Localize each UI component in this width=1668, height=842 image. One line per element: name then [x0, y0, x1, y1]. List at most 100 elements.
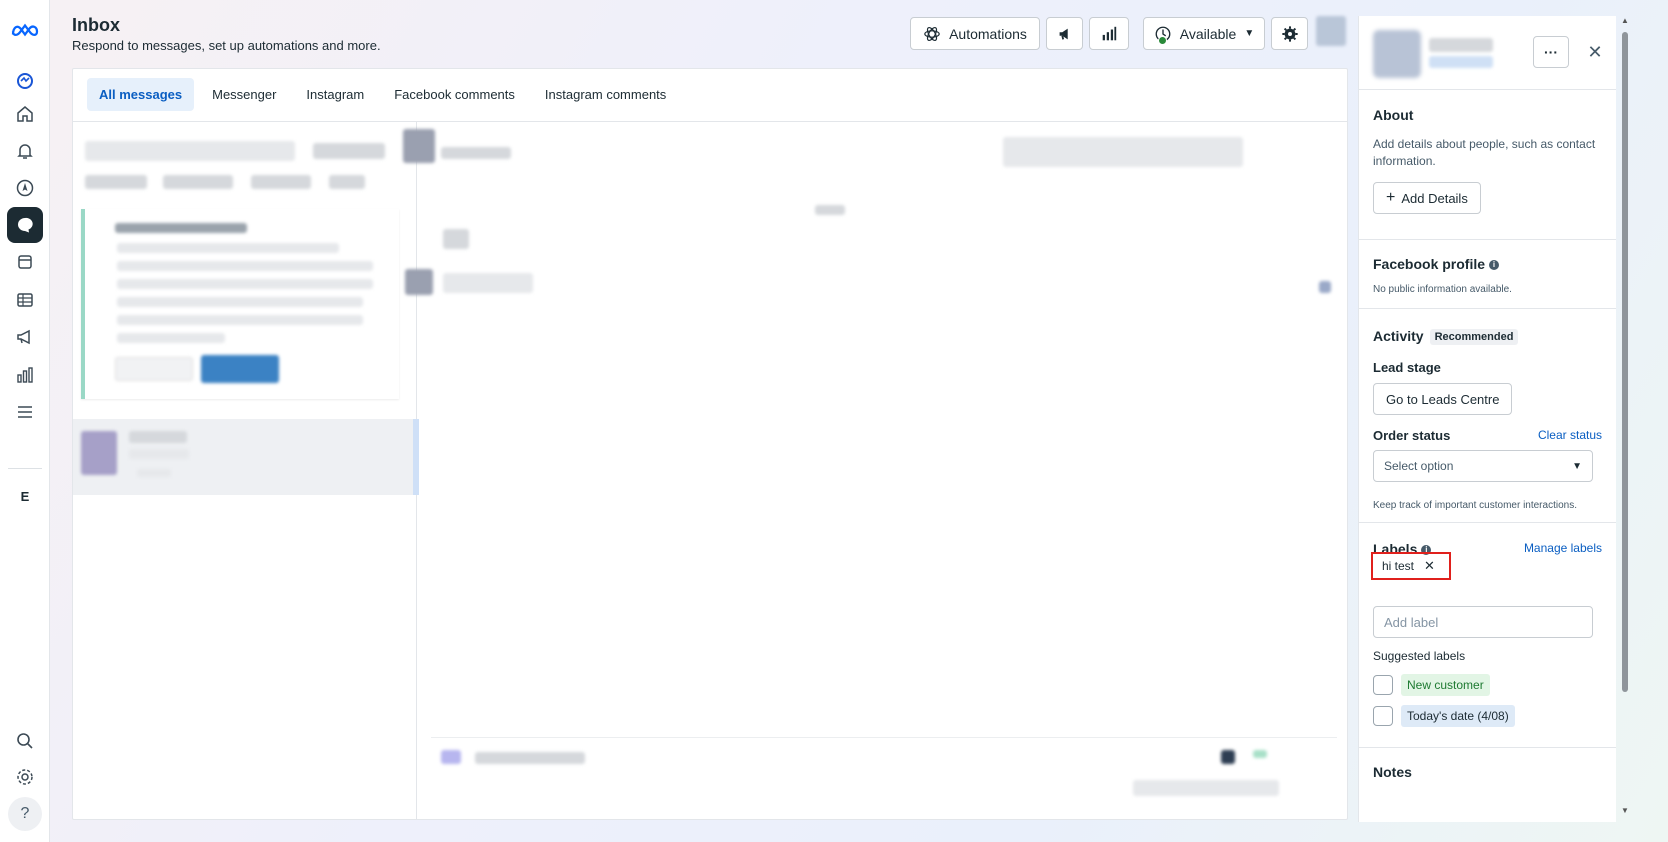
availability-label: Available [1179, 25, 1237, 42]
activity-title: Activity Recommended [1373, 328, 1519, 346]
manage-labels-link[interactable]: Manage labels [1524, 541, 1602, 555]
contact-name [441, 147, 511, 159]
suggested-label-new-customer[interactable]: New customer [1401, 674, 1490, 696]
ads-megaphone-icon[interactable] [7, 319, 43, 355]
settings-gear-icon[interactable] [7, 759, 43, 795]
conversation-list-item[interactable] [73, 419, 419, 495]
section-divider [1359, 89, 1616, 90]
filter-chip[interactable] [329, 175, 365, 189]
add-label-input[interactable]: Add label [1373, 606, 1593, 638]
selection-accent [413, 419, 419, 495]
megaphone-icon [1059, 28, 1068, 40]
contact-name-blurred [1429, 38, 1493, 52]
compass-icon[interactable] [7, 170, 43, 206]
bar-chart-icon [1102, 26, 1117, 40]
inbox-main-panel: All messages Messenger Instagram Faceboo… [72, 68, 1348, 820]
tab-all-messages[interactable]: All messages [87, 78, 195, 111]
channel-tabs: All messages Messenger Instagram Faceboo… [87, 78, 678, 111]
more-options-button[interactable]: ··· [1533, 36, 1569, 68]
order-status-placeholder: Select option [1384, 459, 1454, 473]
conversation-search[interactable] [85, 141, 295, 161]
filter-chip[interactable] [85, 175, 147, 189]
scroll-down-arrow[interactable]: ▼ [1620, 806, 1630, 815]
read-receipt [1319, 281, 1331, 293]
page-subtitle: Respond to messages, set up automations … [72, 38, 381, 53]
lead-stage-title: Lead stage [1373, 360, 1441, 375]
announcement-button[interactable] [1046, 17, 1083, 50]
insights-button[interactable] [1089, 17, 1129, 50]
clear-status-link[interactable]: Clear status [1538, 428, 1602, 442]
remove-label-icon[interactable]: ✕ [1424, 558, 1435, 574]
menu-icon[interactable] [7, 394, 43, 430]
plus-icon: + [1386, 189, 1396, 206]
conversation-actions[interactable] [1003, 137, 1243, 167]
inbox-icon[interactable] [7, 207, 43, 243]
meta-logo-icon[interactable] [7, 12, 43, 48]
activity-title-text: Activity [1373, 328, 1424, 344]
help-icon[interactable]: ? [8, 797, 42, 831]
availability-dropdown[interactable]: Available ▼ [1143, 17, 1265, 50]
planner-grid-icon[interactable] [7, 282, 43, 318]
profile-avatar[interactable] [1316, 16, 1346, 46]
suggested-label-checkbox[interactable] [1373, 706, 1393, 726]
tab-instagram-comments[interactable]: Instagram comments [533, 78, 678, 111]
conversation-card[interactable] [81, 209, 399, 399]
date-separator [815, 205, 845, 215]
section-divider [1359, 239, 1616, 240]
tab-instagram[interactable]: Instagram [294, 78, 376, 111]
message-bubble [443, 229, 469, 249]
content-icon[interactable] [7, 244, 43, 280]
label-chip[interactable]: hi test ✕ [1371, 552, 1451, 580]
scrollbar-thumb[interactable] [1622, 32, 1628, 692]
account-letter[interactable]: E [7, 478, 43, 514]
add-label-placeholder: Add label [1384, 614, 1439, 630]
home-icon[interactable] [7, 96, 43, 132]
tab-messenger[interactable]: Messenger [200, 78, 288, 111]
settings-button[interactable] [1271, 17, 1308, 50]
page-title: Inbox [72, 15, 120, 35]
leads-button-label: Go to Leads Centre [1386, 391, 1500, 407]
automations-button[interactable]: Automations [910, 17, 1040, 50]
recommended-badge: Recommended [1429, 329, 1519, 346]
business-suite-icon[interactable] [7, 62, 43, 98]
about-description: Add details about people, such as contac… [1373, 137, 1596, 168]
insights-chart-icon[interactable] [7, 357, 43, 393]
filter-control[interactable] [313, 143, 385, 159]
facebook-profile-title: Facebook profile i [1373, 256, 1500, 272]
contact-avatar-large [1373, 30, 1421, 78]
filter-chip[interactable] [163, 175, 233, 189]
suggested-labels-title: Suggested labels [1373, 649, 1466, 663]
help-text: ? [20, 805, 30, 822]
activity-note: Keep track of important customer interac… [1373, 500, 1577, 511]
nav-divider [8, 468, 42, 469]
order-status-title: Order status [1373, 428, 1451, 443]
automations-label: Automations [949, 25, 1027, 42]
add-details-label: Add Details [1401, 190, 1468, 206]
account-letter-text: E [20, 488, 30, 504]
message-composer[interactable] [431, 737, 1337, 817]
order-status-select[interactable]: Select option ▼ [1373, 450, 1593, 482]
message-bubble [443, 273, 533, 293]
more-options-icon: ··· [1544, 44, 1558, 60]
sender-avatar [405, 269, 433, 295]
contact-handle-blurred [1429, 56, 1493, 68]
suggested-label-checkbox[interactable] [1373, 675, 1393, 695]
tab-facebook-comments[interactable]: Facebook comments [382, 78, 527, 111]
close-panel-button[interactable]: ✕ [1581, 38, 1609, 66]
tabs-divider [73, 121, 1347, 122]
about-title: About [1373, 107, 1414, 123]
label-chip-text: hi test [1382, 559, 1415, 573]
notifications-bell-icon[interactable] [7, 133, 43, 169]
scroll-up-arrow[interactable]: ▲ [1620, 16, 1630, 25]
suggested-label-row: Today's date (4/08) [1373, 705, 1515, 727]
contact-avatar [403, 129, 435, 163]
filter-chip[interactable] [251, 175, 311, 189]
contact-details-panel: ··· ✕ About Add details about people, su… [1358, 16, 1616, 822]
notes-title: Notes [1373, 764, 1412, 780]
search-icon[interactable] [7, 723, 43, 759]
go-to-leads-centre-button[interactable]: Go to Leads Centre [1373, 383, 1513, 415]
gear-icon [1281, 25, 1298, 42]
suggested-label-todays-date[interactable]: Today's date (4/08) [1401, 705, 1515, 727]
info-icon[interactable]: i [1489, 260, 1500, 271]
add-details-button[interactable]: + Add Details [1373, 182, 1481, 214]
